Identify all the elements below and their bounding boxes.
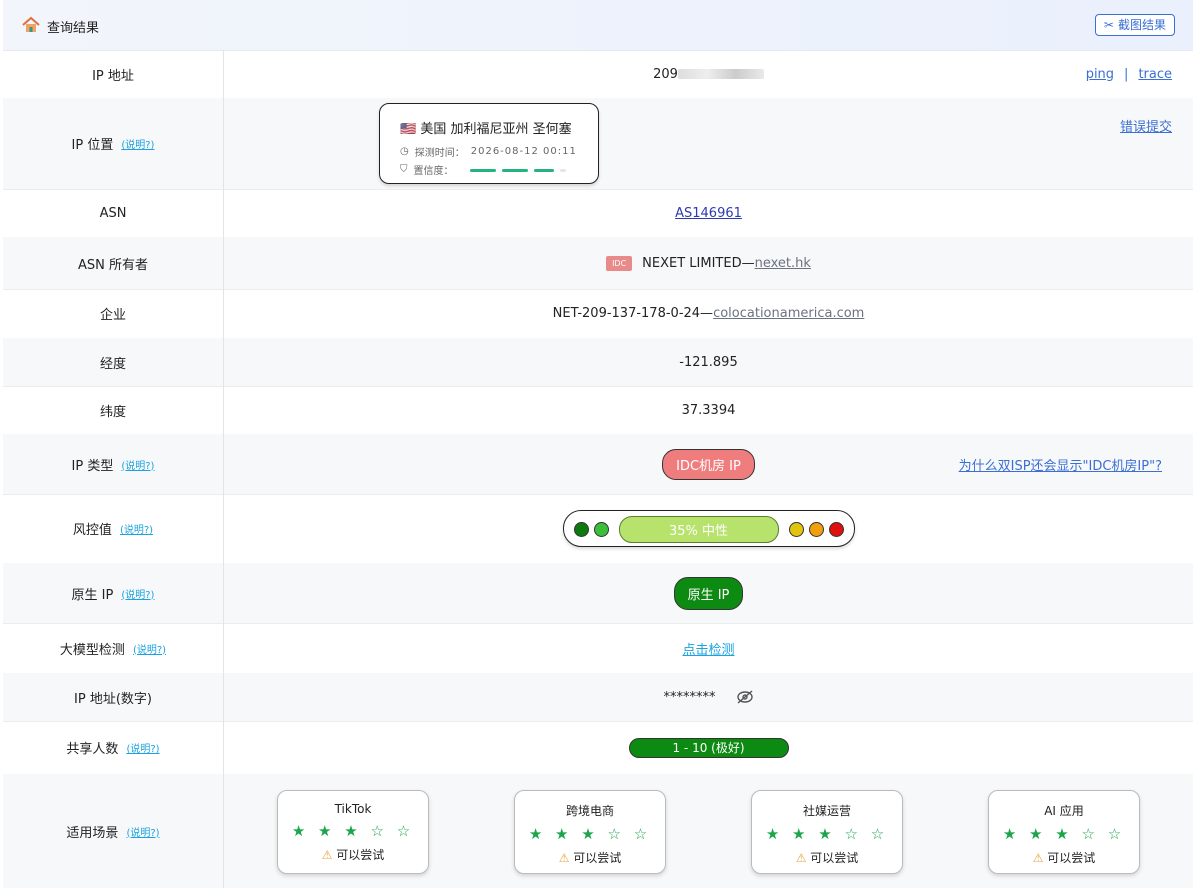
- help-link[interactable]: (说明?): [121, 586, 154, 601]
- risk-dot: [788, 522, 804, 537]
- row-ip-type: IP 类型 (说明?) IDC机房 IP 为什么双ISP还会显示"IDC机房IP…: [3, 434, 1193, 495]
- llm-detect-link[interactable]: 点击检测: [682, 639, 734, 658]
- help-link[interactable]: (说明?): [120, 521, 153, 536]
- label-scenarios: 适用场景 (说明?): [3, 774, 224, 888]
- label-asn-owner: ASN 所有者: [3, 237, 224, 289]
- row-scenarios: 适用场景 (说明?) TikTok ★ ★ ★ ☆ ☆ ⚠ 可以尝试 跨境电商 …: [3, 774, 1193, 888]
- ip-numeric-value: ********: [663, 689, 716, 705]
- report-error-link[interactable]: 错误提交: [1120, 116, 1172, 135]
- label-ip-location: IP 位置 (说明?): [3, 98, 224, 189]
- asn-owner-domain-link[interactable]: nexet.hk: [755, 256, 811, 271]
- shield-icon: ⛉: [400, 164, 408, 175]
- location-card: 🇺🇸 美国 加利福尼亚州 圣何塞 ◷ 探测时间： 2026-08-12 00:1…: [379, 103, 599, 184]
- asn-owner-name: NEXET LIMITED—: [642, 255, 755, 271]
- scissors-icon: ✂: [1103, 18, 1114, 32]
- trace-link[interactable]: trace: [1138, 67, 1172, 82]
- longitude-value: -121.895: [679, 354, 738, 370]
- ip-type-badge: IDC机房 IP: [662, 448, 755, 480]
- ping-link[interactable]: ping: [1086, 67, 1114, 82]
- enterprise-name: NET-209-137-178-0-24—: [552, 306, 714, 321]
- rating-stars: ★ ★ ★ ☆ ☆: [765, 825, 889, 843]
- label-ip-numeric: IP 地址(数字): [3, 673, 224, 721]
- row-risk-score: 风控值 (说明?) 35% 中性: [3, 494, 1193, 564]
- scenario-card: AI 应用 ★ ★ ★ ☆ ☆ ⚠ 可以尝试: [988, 790, 1140, 874]
- risk-gauge: 35% 中性: [562, 510, 855, 547]
- label-shared-users: 共享人数 (说明?): [3, 721, 224, 774]
- label-latitude: 纬度: [3, 386, 224, 434]
- detect-time: 2026-08-12 00:11: [470, 146, 577, 157]
- row-shared-users: 共享人数 (说明?) 1 - 10 (极好): [3, 721, 1193, 775]
- help-link[interactable]: (说明?): [126, 824, 159, 839]
- native-ip-badge: 原生 IP: [673, 576, 744, 610]
- risk-bar: 35% 中性: [618, 516, 779, 543]
- help-link[interactable]: (说明?): [133, 641, 166, 656]
- location-place: 🇺🇸 美国 加利福尼亚州 圣何塞: [400, 122, 572, 137]
- row-latitude: 纬度 37.3394: [3, 386, 1193, 435]
- label-asn: ASN: [3, 189, 224, 237]
- link-separator: |: [1124, 66, 1129, 82]
- warning-icon: ⚠: [795, 851, 807, 865]
- warning-icon: ⚠: [1032, 851, 1044, 865]
- redacted-block: [677, 69, 764, 79]
- risk-dot: [573, 522, 589, 537]
- row-asn: ASN AS146961: [3, 189, 1193, 238]
- row-longitude: 经度 -121.895: [3, 338, 1193, 387]
- rating-stars: ★ ★ ★ ☆ ☆: [291, 822, 415, 840]
- home-icon: [22, 16, 40, 32]
- scenario-card: 跨境电商 ★ ★ ★ ☆ ☆ ⚠ 可以尝试: [514, 790, 666, 874]
- label-native-ip: 原生 IP (说明?): [3, 563, 224, 623]
- screenshot-button[interactable]: ✂ 截图结果: [1094, 14, 1175, 36]
- label-longitude: 经度: [3, 338, 224, 386]
- latitude-value: 37.3394: [681, 402, 736, 418]
- row-llm-detect: 大模型检测 (说明?) 点击检测: [3, 623, 1193, 674]
- row-ip-address: IP 地址 209 ping | trace: [3, 50, 1193, 99]
- warning-icon: ⚠: [558, 851, 570, 865]
- rating-stars: ★ ★ ★ ☆ ☆: [1002, 825, 1126, 843]
- clock-icon: ◷: [400, 146, 409, 157]
- rating-stars: ★ ★ ★ ☆ ☆: [528, 825, 652, 843]
- risk-dot: [828, 522, 844, 537]
- eye-off-icon[interactable]: [736, 689, 754, 705]
- asn-link[interactable]: AS146961: [675, 206, 742, 221]
- row-native-ip: 原生 IP (说明?) 原生 IP: [3, 563, 1193, 624]
- confidence-meter: [469, 164, 572, 175]
- ip-address-value: 209: [653, 67, 764, 82]
- row-ip-location: IP 位置 (说明?) 🇺🇸 美国 加利福尼亚州 圣何塞 ◷ 探测时间： 202…: [3, 98, 1193, 190]
- label-llm-detect: 大模型检测 (说明?): [3, 623, 224, 673]
- row-asn-owner: ASN 所有者 IDC NEXET LIMITED— nexet.hk: [3, 237, 1193, 290]
- label-risk-score: 风控值 (说明?): [3, 494, 224, 563]
- why-idc-link[interactable]: 为什么双ISP还会显示"IDC机房IP"?: [959, 455, 1162, 474]
- risk-dot: [808, 522, 824, 537]
- result-panel: 查询结果 ✂ 截图结果 IP 地址 209 ping | trace IP 位置…: [3, 0, 1193, 895]
- result-header: 查询结果 ✂ 截图结果: [3, 0, 1193, 51]
- label-enterprise: 企业: [3, 289, 224, 338]
- shared-users-badge: 1 - 10 (极好): [628, 737, 789, 758]
- warning-icon: ⚠: [321, 848, 333, 862]
- label-ip-type: IP 类型 (说明?): [3, 434, 224, 494]
- help-link[interactable]: (说明?): [126, 740, 159, 755]
- help-link[interactable]: (说明?): [121, 136, 154, 151]
- row-enterprise: 企业 NET-209-137-178-0-24— colocationameri…: [3, 289, 1193, 339]
- row-ip-numeric: IP 地址(数字) ********: [3, 673, 1193, 722]
- scenario-card: TikTok ★ ★ ★ ☆ ☆ ⚠ 可以尝试: [277, 790, 429, 874]
- header-title: 查询结果: [47, 21, 100, 36]
- risk-dot: [593, 522, 609, 537]
- scenario-card: 社媒运营 ★ ★ ★ ☆ ☆ ⚠ 可以尝试: [751, 790, 903, 874]
- label-ip-address: IP 地址: [3, 50, 224, 98]
- help-link[interactable]: (说明?): [121, 457, 154, 472]
- enterprise-domain-link[interactable]: colocationamerica.com: [713, 306, 864, 321]
- idc-badge: IDC: [606, 255, 633, 271]
